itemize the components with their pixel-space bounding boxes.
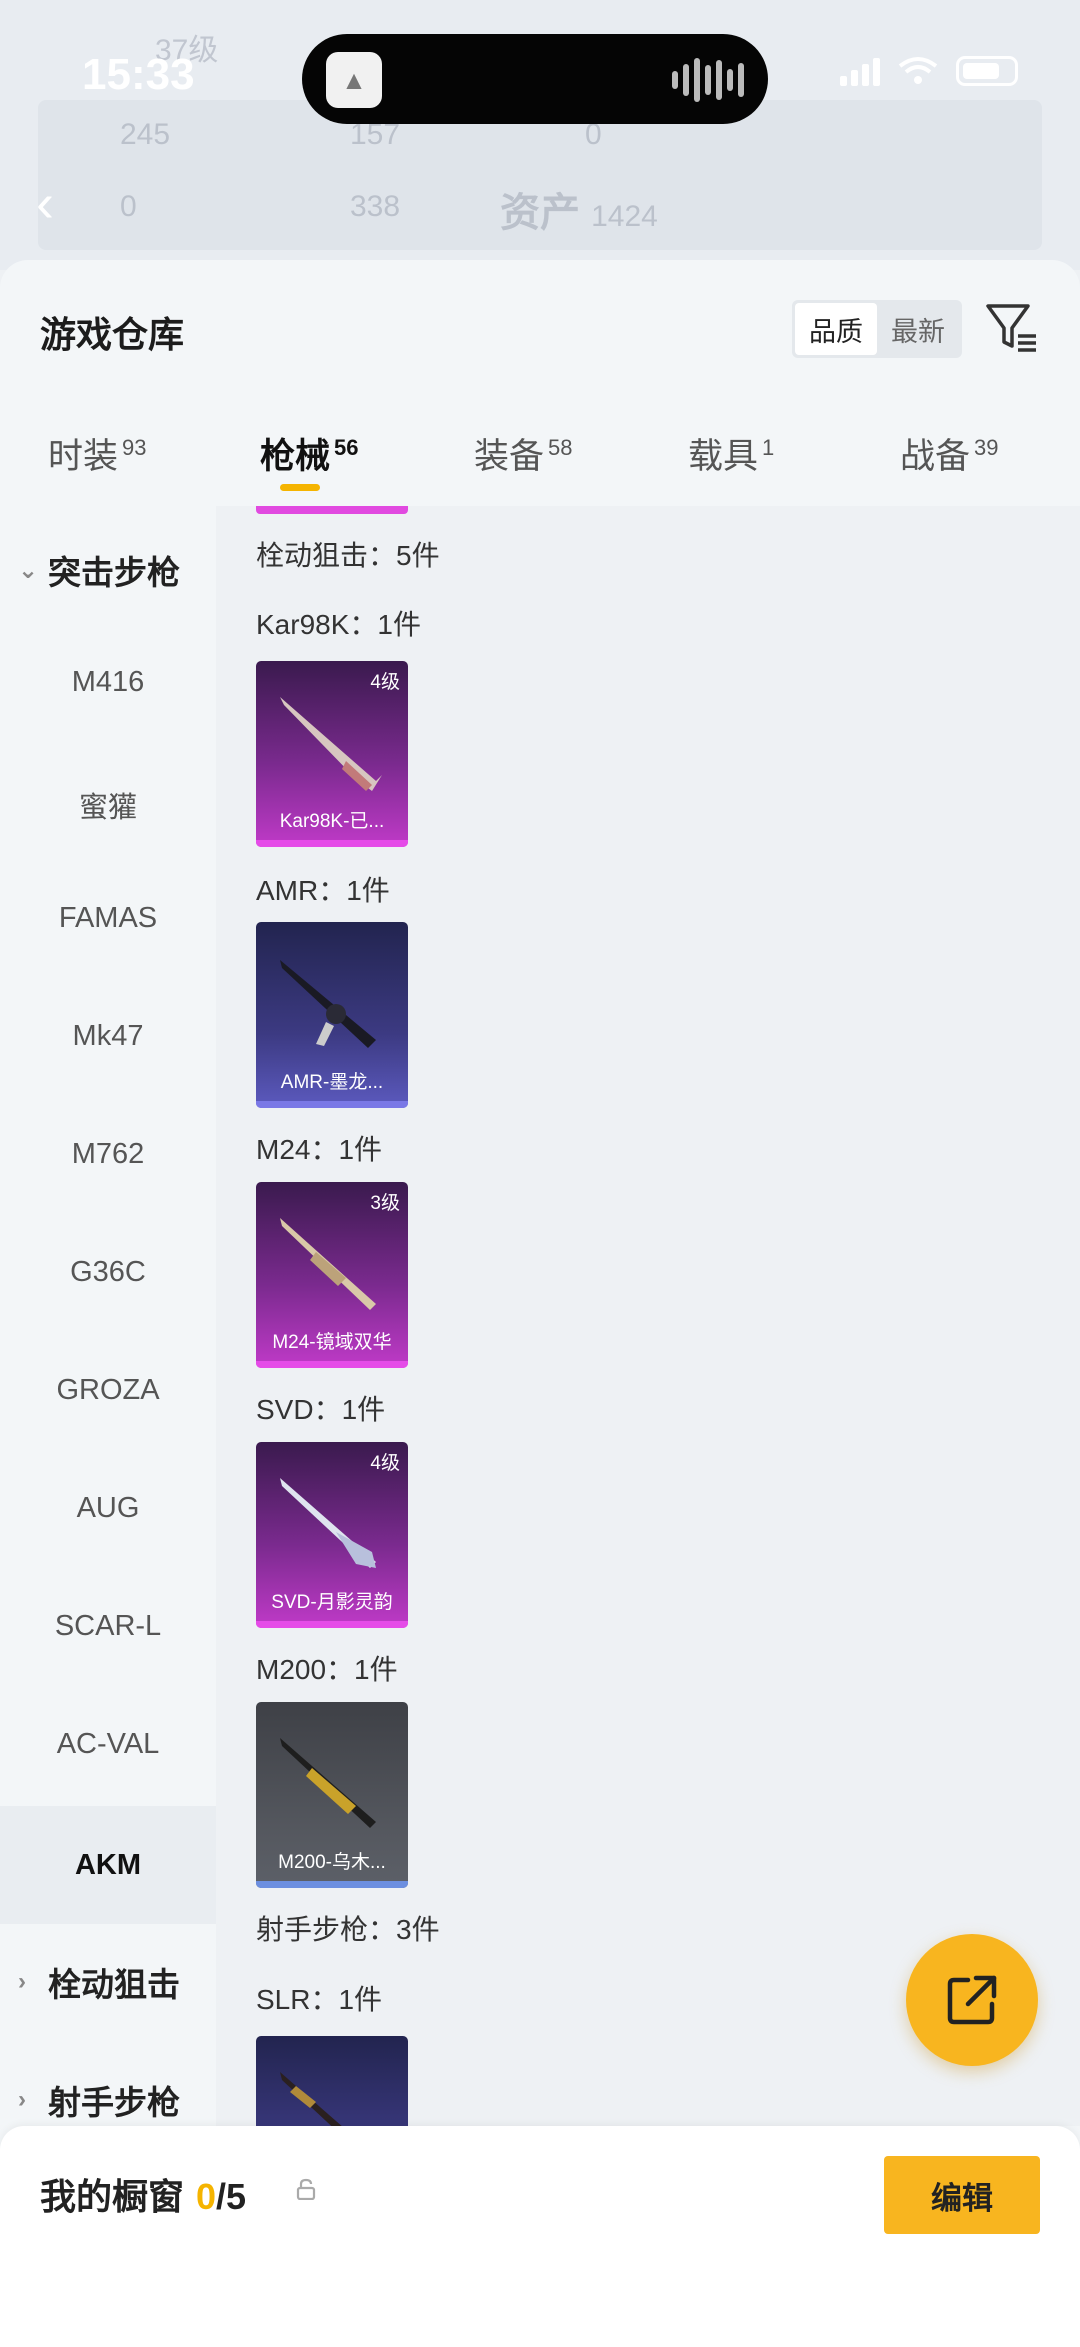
weapon-label-slr: SLR：1件 [256, 1984, 383, 2015]
rarity-bar [256, 1101, 408, 1108]
tab-equipment[interactable]: 装备 58 [474, 428, 573, 479]
rifle-icon [280, 1738, 376, 1828]
weapon-label-amr: AMR：1件 [256, 875, 390, 906]
weapon-label-m200: M200：1件 [256, 1654, 398, 1685]
sidebar-item-akm[interactable]: AKM [0, 1806, 216, 1924]
chevron-right-icon: › [18, 1968, 26, 1995]
active-tab-indicator [280, 484, 320, 491]
tab-fashion[interactable]: 时装 93 [48, 428, 147, 479]
weapon-card-svd[interactable]: 4级 SVD-月影灵韵 [256, 1442, 408, 1628]
weapon-card-name: M200-乌木... [278, 1852, 386, 1873]
rarity-bar [256, 1621, 408, 1628]
app-icon: ▲ [326, 52, 382, 108]
background-stat: 245 [120, 118, 171, 151]
showcase-bar: 我的橱窗 0 /5 编辑 [0, 2126, 1080, 2347]
level-badge: 4级 [370, 1453, 400, 1474]
rarity-bar [256, 840, 408, 847]
sidebar-item-m762[interactable]: M762 [0, 1138, 216, 1171]
tab-vehicles[interactable]: 载具 1 [688, 428, 774, 479]
weapon-card-name: SVD-月影灵韵 [271, 1592, 393, 1613]
rifle-icon [280, 1478, 376, 1568]
background-assets: 资产 1424 [500, 191, 658, 235]
background-stat: 0 [120, 190, 137, 223]
weapon-label-svd: SVD：1件 [256, 1394, 386, 1425]
weapon-label-m24: M24：1件 [256, 1134, 383, 1165]
weapon-card-amr[interactable]: AMR-墨龙... [256, 922, 408, 1108]
chevron-down-icon: ⌄ [18, 556, 39, 584]
weapon-card-name: M24-镜域双华 [272, 1332, 392, 1353]
weapon-card-m200[interactable]: M200-乌木... [256, 1702, 408, 1888]
edit-button[interactable]: 编辑 [884, 2156, 1040, 2234]
rifle-icon [280, 1218, 376, 1310]
rarity-bar [256, 1881, 408, 1888]
audio-wave-icon [672, 58, 744, 102]
tab-supplies[interactable]: 战备 39 [900, 428, 999, 479]
chevron-right-icon: › [18, 2086, 26, 2113]
sidebar-group-bolt-action[interactable]: › 栓动狙击 [18, 1958, 180, 2006]
weapon-list: 栓动狙击：5件 Kar98K：1件 4级 Kar98K-已... AMR：1件 … [216, 506, 1080, 2126]
sidebar-group-assault-rifles[interactable]: ⌄ 突击步枪 [18, 546, 180, 594]
level-badge: 4级 [370, 672, 400, 693]
sidebar-item-scar-l[interactable]: SCAR-L [0, 1610, 216, 1643]
rifle-icon [280, 2072, 342, 2126]
showcase-count-current: 0 [196, 2176, 217, 2217]
sidebar-group-label: 突击步枪 [48, 554, 180, 591]
weapon-card-name: AMR-墨龙... [280, 1072, 384, 1093]
background-stat: 338 [350, 190, 401, 223]
weapon-card-slr[interactable] [256, 2036, 408, 2126]
page-title: 游戏仓库 [40, 314, 185, 355]
sort-latest-button[interactable]: 最新 [877, 303, 959, 355]
sidebar-item-honey-badger[interactable]: 蜜獾 [0, 784, 216, 826]
sidebar-item-g36c[interactable]: G36C [0, 1256, 216, 1289]
weapon-category-sidebar: ⌄ 突击步枪 M416 蜜獾 FAMAS Mk47 M762 G36C GROZ… [0, 506, 216, 2126]
sidebar-group-label: 栓动狙击 [48, 1966, 180, 2003]
showcase-count-total: /5 [216, 2176, 247, 2217]
status-icons [840, 56, 1018, 86]
rifle-icon [280, 960, 376, 1048]
sidebar-item-aug[interactable]: AUG [0, 1492, 216, 1525]
battery-icon [956, 56, 1018, 86]
external-link-icon [947, 1975, 997, 2025]
sort-toggle: 品质 最新 [792, 300, 962, 358]
sidebar-group-label: 射手步枪 [48, 2084, 180, 2121]
open-external-button[interactable] [906, 1934, 1038, 2066]
sort-quality-button[interactable]: 品质 [795, 303, 877, 355]
sidebar-item-ac-val[interactable]: AC-VAL [0, 1728, 216, 1761]
showcase-title-text: 我的橱窗 [40, 2176, 185, 2217]
status-time: 15:33 [82, 50, 195, 99]
sidebar-item-groza[interactable]: GROZA [0, 1374, 216, 1407]
sidebar-group-marksman[interactable]: › 射手步枪 [18, 2076, 180, 2124]
sidebar-item-m416[interactable]: M416 [0, 666, 216, 699]
section-marksman: 射手步枪：3件 [256, 1914, 440, 1945]
dynamic-island: ▲ [302, 34, 768, 124]
sidebar-item-famas[interactable]: FAMAS [0, 902, 216, 935]
filter-icon[interactable] [984, 300, 1040, 356]
cellular-signal-icon [840, 56, 880, 86]
rifle-icon [280, 697, 382, 791]
category-tabs: 时装 93 枪械 56 装备 58 载具 1 战备 39 [0, 410, 1080, 506]
sidebar-item-mk47[interactable]: Mk47 [0, 1020, 216, 1053]
weapon-card-kar98k[interactable]: 4级 Kar98K-已... [256, 661, 408, 847]
rarity-bar [256, 1361, 408, 1368]
previous-card-edge [256, 506, 408, 514]
level-badge: 3级 [370, 1193, 400, 1214]
weapon-label-kar98k: Kar98K：1件 [256, 609, 421, 640]
weapon-card-m24[interactable]: 3级 M24-镜域双华 [256, 1182, 408, 1368]
wifi-icon [898, 57, 938, 84]
back-arrow-icon[interactable]: ‹ [36, 172, 54, 234]
weapon-card-name: Kar98K-已... [279, 811, 385, 832]
tab-firearms[interactable]: 枪械 56 [260, 428, 359, 479]
lock-icon [296, 2178, 316, 2200]
showcase-title: 我的橱窗 0 /5 [40, 2168, 246, 2220]
section-bolt-action: 栓动狙击：5件 [256, 540, 440, 571]
